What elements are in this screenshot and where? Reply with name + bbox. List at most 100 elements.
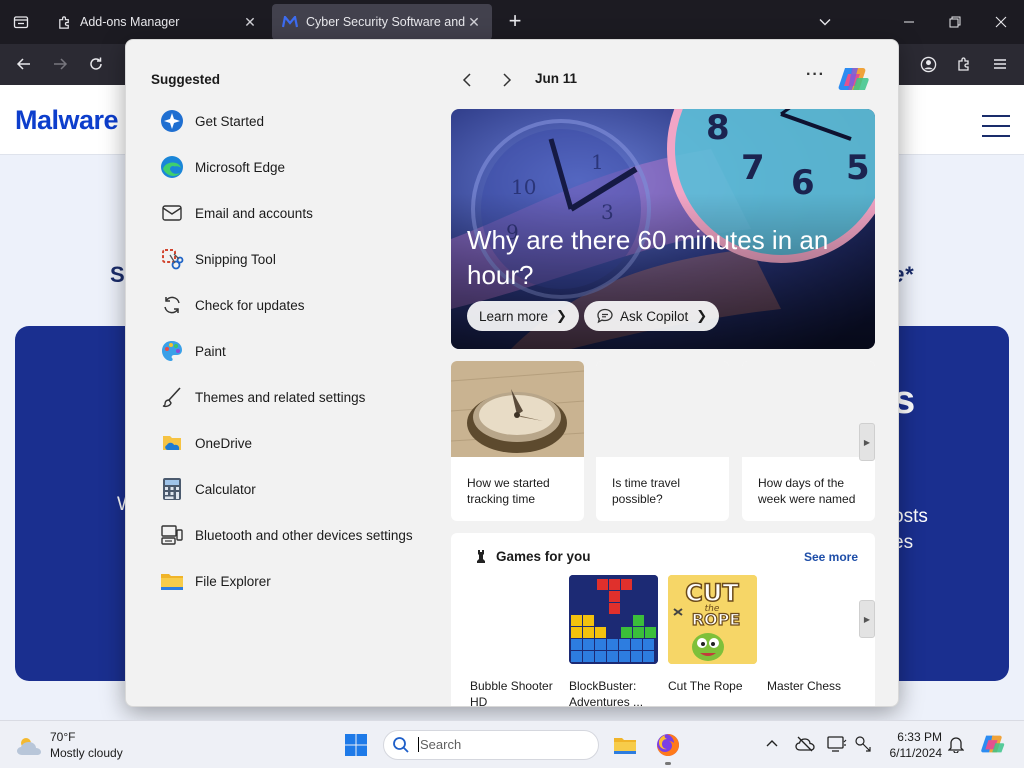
game-tile-bubble-shooter[interactable] (470, 575, 559, 664)
game-tile-blockbuster[interactable] (569, 575, 658, 664)
back-button[interactable] (8, 48, 40, 80)
games-card: Games for you See more CUT the ROPE ▶ Bu… (451, 533, 875, 707)
feed-previous-button[interactable] (455, 68, 479, 92)
forward-button[interactable] (44, 48, 76, 80)
app-item-themes[interactable]: Themes and related settings (146, 374, 446, 420)
ask-copilot-label: Ask Copilot (620, 308, 689, 324)
taskbar-search[interactable] (383, 730, 599, 760)
cloud-offline-icon (795, 736, 815, 752)
tab-addons-manager[interactable]: Add-ons Manager ✕ (46, 4, 268, 40)
minimize-button[interactable] (886, 0, 932, 44)
folder-icon (160, 569, 184, 593)
app-item-paint[interactable]: Paint (146, 328, 446, 374)
minimize-icon (904, 21, 914, 23)
start-menu: Suggested Get Started Microsoft Edge Ema… (125, 39, 899, 707)
search-icon (393, 737, 409, 753)
hero-headline[interactable]: Why are there 60 minutes in an hour? (467, 223, 867, 293)
cut-the-rope-thumbnail-image: CUT the ROPE (668, 575, 757, 664)
games-scroll-right-button[interactable]: ▶ (859, 600, 875, 638)
tab-close-icon[interactable]: ✕ (242, 14, 258, 31)
article-card[interactable]: How days of the week were named (742, 361, 875, 521)
puzzle-icon (958, 57, 969, 71)
mail-icon (160, 201, 184, 225)
refresh-icon (160, 293, 184, 317)
hero-card[interactable]: 10 9 1 3 8 7 6 5 Why are there 60 minute… (451, 109, 875, 349)
app-label: Get Started (195, 113, 265, 129)
display-tray-button[interactable] (826, 733, 848, 755)
article-caption: How we started tracking time (467, 476, 550, 506)
app-item-email-accounts[interactable]: Email and accounts (146, 190, 446, 236)
game-tile-cut-the-rope[interactable]: CUT the ROPE (668, 575, 757, 664)
article-thumbnail (596, 361, 729, 457)
app-item-bluetooth-devices[interactable]: Bluetooth and other devices settings (146, 512, 446, 558)
new-tab-button[interactable]: + (502, 6, 528, 38)
app-label: Check for updates (195, 297, 305, 313)
copilot-taskbar-button[interactable] (980, 731, 1006, 757)
article-caption: Is time travel possible? (612, 476, 681, 506)
app-item-microsoft-edge[interactable]: Microsoft Edge (146, 144, 446, 190)
malwarebytes-favicon-icon (282, 14, 298, 30)
cut-the-rope-title-text: CUT (685, 579, 739, 607)
article-card[interactable]: Is time travel possible? (596, 361, 729, 521)
tab-malwarebytes[interactable]: Cyber Security Software and Anti-Malware… (272, 4, 492, 40)
feed-header: Jun 11 ··· (451, 64, 891, 96)
file-explorer-taskbar-button[interactable] (609, 729, 641, 761)
chat-bubble-icon (597, 308, 613, 324)
reload-button[interactable] (80, 48, 112, 80)
learn-more-label: Learn more (479, 308, 549, 324)
folder-icon (614, 738, 636, 754)
tab-close-icon[interactable]: ✕ (466, 14, 482, 31)
app-item-check-updates[interactable]: Check for updates (146, 282, 446, 328)
taskbar-clock[interactable]: 6:33 PM 6/11/2024 (870, 729, 943, 761)
copilot-icon[interactable] (837, 64, 871, 94)
arrow-right-icon (54, 58, 68, 70)
search-input[interactable] (418, 737, 588, 752)
app-menu-button[interactable] (984, 48, 1016, 80)
firefox-icon (657, 734, 679, 756)
firefox-taskbar-button[interactable] (652, 729, 684, 761)
site-logo[interactable]: Malware (15, 105, 119, 136)
app-label: File Explorer (195, 573, 271, 589)
more-options-icon[interactable]: ··· (806, 66, 825, 84)
app-item-onedrive[interactable]: OneDrive (146, 420, 446, 466)
cloudy-weather-icon (17, 738, 41, 755)
weather-widget[interactable]: 70°F Mostly cloudy (16, 729, 156, 761)
windows-logo-icon (345, 734, 367, 756)
close-icon (995, 16, 1007, 28)
account-button[interactable] (912, 48, 944, 80)
extensions-button[interactable] (948, 48, 980, 80)
network-tray-button[interactable] (794, 733, 816, 755)
clock-time: 6:33 PM (897, 730, 942, 744)
notifications-button[interactable] (945, 733, 967, 755)
list-all-tabs-button[interactable] (802, 0, 848, 44)
tab-list-button[interactable] (0, 0, 42, 44)
ask-copilot-button[interactable]: Ask Copilot ❯ (584, 301, 720, 331)
snipping-tool-icon (160, 247, 184, 271)
feed-next-button[interactable] (495, 68, 519, 92)
app-label: Microsoft Edge (195, 159, 286, 175)
app-item-calculator[interactable]: Calculator (146, 466, 446, 512)
active-app-indicator (665, 762, 671, 765)
clock-date: 6/11/2024 (889, 746, 943, 760)
article-card[interactable]: How we started tracking time (451, 361, 584, 521)
close-window-button[interactable] (978, 0, 1024, 44)
feed-date: Jun 11 (535, 71, 578, 86)
learn-more-button[interactable]: Learn more ❯ (467, 301, 579, 331)
app-label: Bluetooth and other devices settings (195, 527, 413, 543)
show-hidden-icons-button[interactable] (761, 733, 783, 755)
restore-button[interactable] (932, 0, 978, 44)
chevron-right-icon: ❯ (556, 308, 567, 323)
game-tile-master-chess[interactable] (767, 575, 856, 664)
hamburger-icon (994, 59, 1006, 69)
devices-icon (160, 523, 184, 547)
app-item-file-explorer[interactable]: File Explorer (146, 558, 446, 604)
chevron-right-icon: ❯ (696, 308, 708, 323)
app-item-snipping-tool[interactable]: Snipping Tool (146, 236, 446, 282)
articles-scroll-right-button[interactable]: ▶ (859, 423, 875, 461)
article-caption: How days of the week were named (758, 476, 856, 506)
start-button[interactable] (340, 729, 372, 761)
app-item-get-started[interactable]: Get Started (146, 98, 446, 144)
game-name: BlockBuster: Adventures ... (569, 679, 644, 707)
see-more-link[interactable]: See more (804, 550, 858, 564)
site-menu-button[interactable] (982, 115, 1010, 137)
